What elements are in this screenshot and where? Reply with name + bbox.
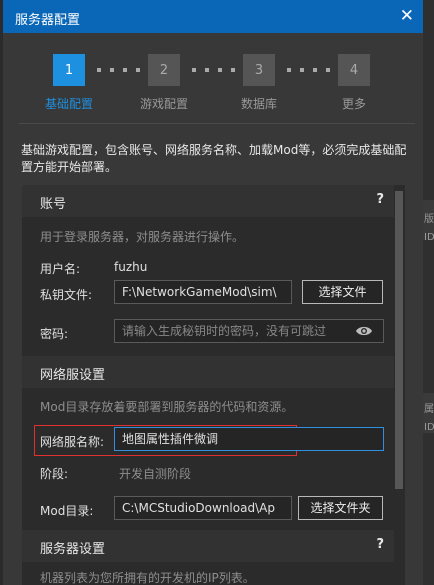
account-section-title: 账号: [40, 197, 67, 212]
stage-label: 阶段:: [40, 467, 69, 481]
step-connector: [97, 68, 140, 72]
network-description: Mod目录存放着要部署到服务器的代码和资源。: [40, 400, 294, 414]
network-section-title: 网络服设置: [40, 368, 106, 383]
key-file-input[interactable]: F:\NetworkGameMod\sim\: [114, 280, 292, 304]
background-text: 版本: [424, 214, 434, 225]
choose-file-button[interactable]: 选择文件: [302, 280, 383, 304]
server-description: 机器列表为您所拥有的开发机的IP列表。: [40, 571, 255, 585]
step-1-label[interactable]: 基础配置: [29, 95, 109, 112]
network-name-label: 网络服名称:: [40, 435, 105, 449]
background-text: 属纹: [424, 404, 434, 415]
network-name-input[interactable]: 地图属性插件微调: [114, 427, 384, 451]
mod-dir-input[interactable]: C:\MCStudioDownload\Ap: [114, 496, 292, 520]
close-icon[interactable]: ✕: [400, 6, 414, 26]
step-1-box[interactable]: 1: [53, 54, 85, 86]
dialog-titlebar: 服务器配置 ✕: [3, 0, 423, 33]
config-panel: 账号 ? 用于登录服务器，对服务器进行操作。 用户名: fuzhu 私钥文件: …: [22, 185, 405, 585]
step-3-label[interactable]: 数据库: [219, 95, 299, 112]
eye-icon[interactable]: [355, 325, 373, 337]
step-4-box[interactable]: 4: [338, 54, 370, 86]
scrollbar[interactable]: [394, 185, 405, 585]
password-input[interactable]: 请输入生成秘钥时的密码，没有可跳过: [114, 319, 384, 343]
step-2-label[interactable]: 游戏配置: [124, 95, 204, 112]
background-text: ID: [424, 422, 434, 433]
password-label: 密码:: [40, 327, 69, 341]
step-2-box[interactable]: 2: [148, 54, 180, 86]
username-label: 用户名:: [40, 262, 81, 276]
network-section-header: 网络服设置: [22, 356, 394, 388]
account-description: 用于登录服务器，对服务器进行操作。: [40, 230, 245, 244]
mod-dir-label: Mod目录:: [40, 504, 94, 518]
username-value: fuzhu: [114, 260, 148, 274]
intro-text: 基础游戏配置，包含账号、网络服务名称、加载Mod等，必须完成基础配置方能开始部署…: [21, 143, 407, 174]
server-config-dialog: 服务器配置 ✕ 1 2 3 4 基础配置 游戏配置 数据库 更多 基础游戏配置，…: [3, 0, 423, 585]
background-window: 版本 ID 属纹 ID: [423, 0, 434, 585]
key-file-label: 私钥文件:: [40, 288, 93, 302]
step-connector: [192, 68, 235, 72]
background-text: ID: [424, 232, 434, 243]
help-icon[interactable]: ?: [376, 537, 384, 552]
stage-value: 开发自测阶段: [119, 467, 192, 481]
step-connector: [287, 68, 330, 72]
step-3-box[interactable]: 3: [243, 54, 275, 86]
account-section-header: 账号 ?: [22, 185, 394, 217]
scrollbar-thumb[interactable]: [395, 191, 403, 489]
help-icon[interactable]: ?: [376, 192, 384, 207]
dialog-title: 服务器配置: [15, 13, 81, 28]
divider: [19, 123, 415, 124]
server-section-title: 服务器设置: [40, 542, 106, 557]
server-section-header: 服务器设置 ?: [22, 530, 394, 562]
choose-folder-button[interactable]: 选择文件夹: [298, 496, 383, 520]
step-4-label[interactable]: 更多: [314, 95, 394, 112]
